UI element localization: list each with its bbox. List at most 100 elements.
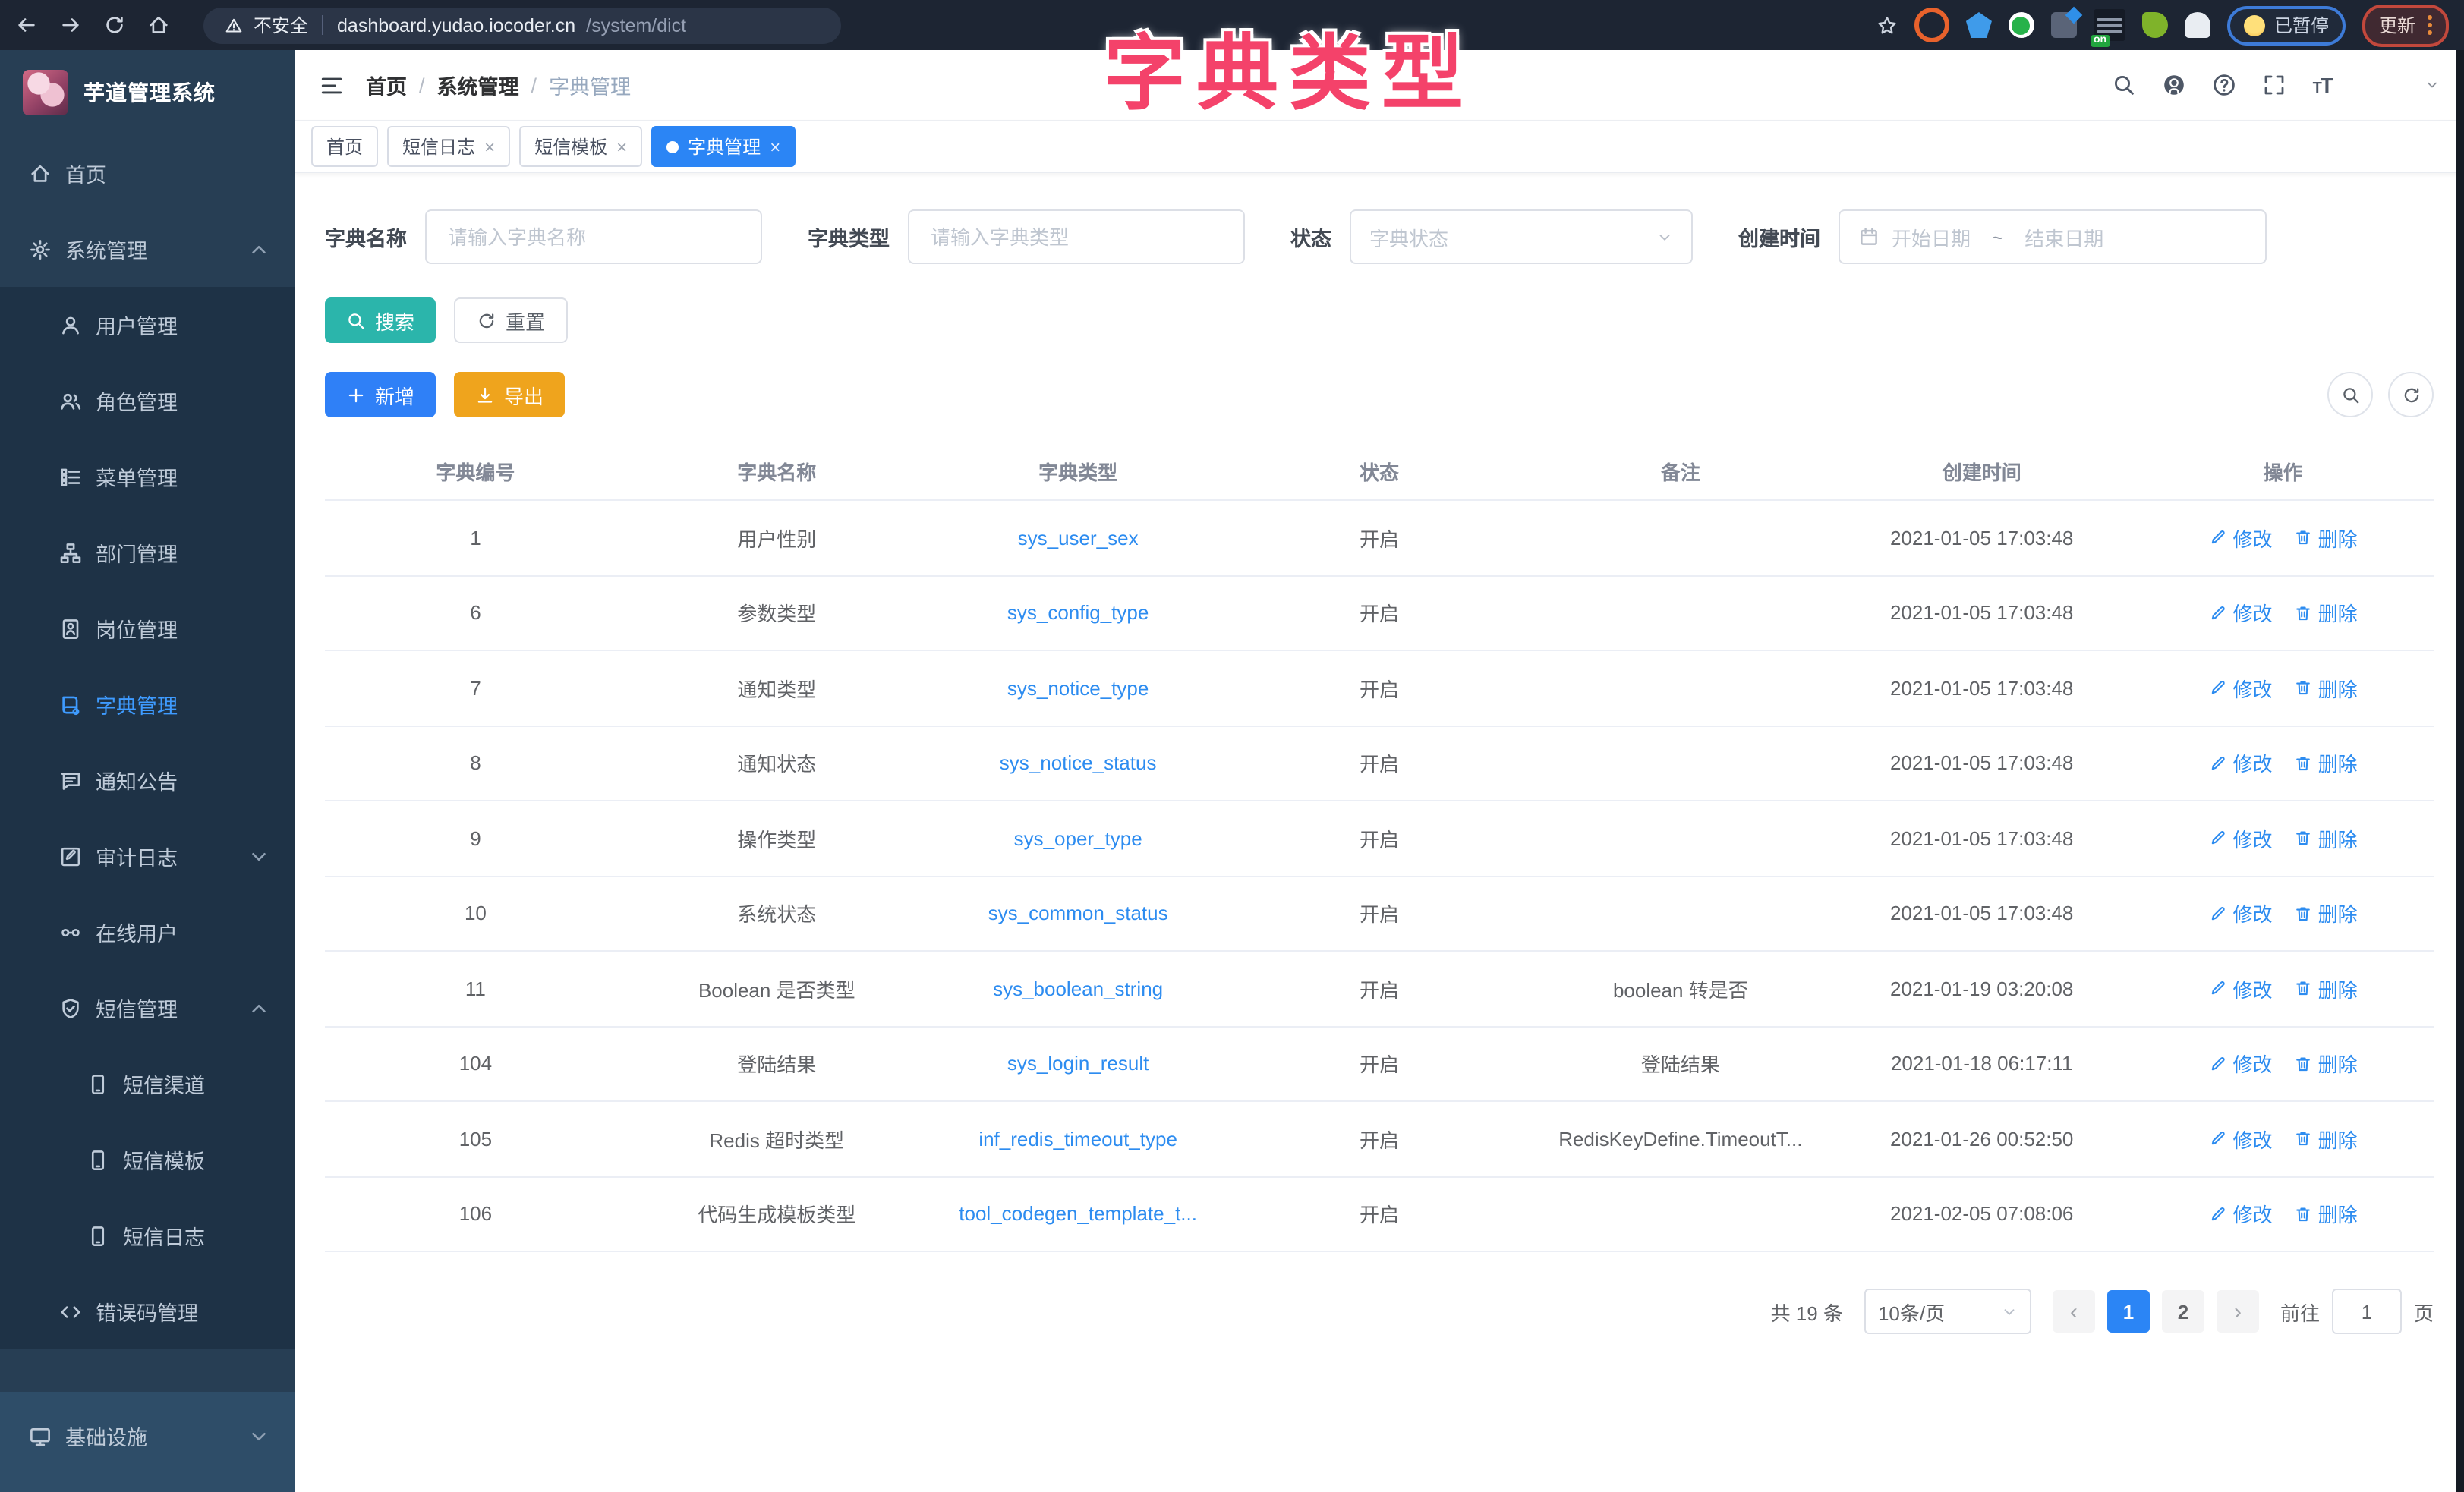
- edit-link[interactable]: 修改: [2209, 599, 2273, 628]
- sidebar-item-org-tree[interactable]: 部门管理: [0, 515, 295, 590]
- date-range-picker[interactable]: 开始日期 ~ 结束日期: [1839, 209, 2267, 264]
- edit-link[interactable]: 修改: [2209, 1050, 2273, 1078]
- delete-link[interactable]: 删除: [2294, 974, 2358, 1003]
- reset-button[interactable]: 重置: [454, 297, 568, 343]
- edit-link[interactable]: 修改: [2209, 824, 2273, 853]
- edit-link[interactable]: 修改: [2209, 524, 2273, 552]
- dict-type-link[interactable]: sys_login_result: [928, 1053, 1229, 1075]
- prev-page-button[interactable]: ‹: [2053, 1290, 2095, 1333]
- page-button-1[interactable]: 1: [2107, 1290, 2150, 1333]
- bookmark-star-icon[interactable]: [1876, 14, 1898, 36]
- sidebar-item-monitor[interactable]: 基础设施: [0, 1398, 295, 1474]
- header-search-icon[interactable]: [2113, 73, 2137, 97]
- font-size-icon[interactable]: TT: [2313, 73, 2332, 97]
- dict-type-link[interactable]: sys_notice_status: [928, 752, 1229, 775]
- dict-type-link[interactable]: sys_boolean_string: [928, 977, 1229, 1000]
- status-select[interactable]: 字典状态: [1350, 209, 1693, 264]
- github-icon[interactable]: [2163, 73, 2187, 97]
- page-button-2[interactable]: 2: [2162, 1290, 2204, 1333]
- delete-link[interactable]: 删除: [2294, 524, 2358, 552]
- sidebar-item-shield-check[interactable]: 短信管理: [0, 970, 295, 1046]
- next-page-button[interactable]: ›: [2217, 1290, 2259, 1333]
- sidebar-item-id-badge[interactable]: 岗位管理: [0, 590, 295, 666]
- delete-link[interactable]: 删除: [2294, 749, 2358, 778]
- add-button[interactable]: 新增: [325, 372, 436, 417]
- user-avatar[interactable]: [2358, 65, 2399, 105]
- close-tab-icon[interactable]: ×: [770, 136, 780, 157]
- edit-link[interactable]: 修改: [2209, 1200, 2273, 1229]
- sidebar-item-online-user[interactable]: 在线用户: [0, 894, 295, 970]
- sidebar-item-phone[interactable]: 短信日志: [0, 1198, 295, 1273]
- trash-icon: [2294, 905, 2312, 923]
- delete-link[interactable]: 删除: [2294, 1125, 2358, 1154]
- sidebar-item-menu-list[interactable]: 菜单管理: [0, 439, 295, 515]
- close-tab-icon[interactable]: ×: [616, 136, 627, 157]
- dict-type-link[interactable]: sys_common_status: [928, 902, 1229, 925]
- extension-paused-pill[interactable]: 已暂停: [2227, 5, 2346, 45]
- tags-view-tab[interactable]: 短信模板 ×: [519, 126, 642, 167]
- edit-link[interactable]: 修改: [2209, 974, 2273, 1003]
- sidebar-item-phone[interactable]: 短信模板: [0, 1122, 295, 1198]
- delete-link[interactable]: 删除: [2294, 1200, 2358, 1229]
- collapse-sidebar-icon[interactable]: [319, 72, 345, 98]
- search-button[interactable]: 搜索: [325, 297, 436, 343]
- delete-link[interactable]: 删除: [2294, 899, 2358, 928]
- dict-type-link[interactable]: sys_config_type: [928, 602, 1229, 625]
- extension-diamond-icon[interactable]: [2051, 12, 2077, 38]
- refresh-table-button[interactable]: [2388, 372, 2434, 417]
- sidebar-item-home[interactable]: 首页: [0, 135, 295, 211]
- extension-orange-icon[interactable]: [1914, 8, 1949, 42]
- browser-forward-icon[interactable]: [59, 14, 82, 36]
- sidebar-item-announcement[interactable]: 通知公告: [0, 742, 295, 818]
- dict-name-input[interactable]: [445, 224, 742, 250]
- edit-link[interactable]: 修改: [2209, 1125, 2273, 1154]
- sidebar-item-phone[interactable]: 短信渠道: [0, 1046, 295, 1122]
- breadcrumb-system[interactable]: 系统管理: [437, 70, 519, 100]
- tags-view-tab[interactable]: 首页: [311, 126, 378, 167]
- browser-reload-icon[interactable]: [103, 14, 126, 36]
- address-bar[interactable]: 不安全 dashboard.yudao.iocoder.cn/system/di…: [203, 7, 841, 43]
- close-tab-icon[interactable]: ×: [484, 136, 495, 157]
- chevron-icon: [247, 996, 270, 1019]
- window-scrollbar[interactable]: [2456, 50, 2464, 1492]
- fullscreen-icon[interactable]: [2263, 73, 2287, 97]
- extension-green-circle-icon[interactable]: [2009, 12, 2034, 38]
- show-search-toggle-button[interactable]: [2327, 372, 2373, 417]
- extension-blue-icon[interactable]: [1966, 12, 1992, 38]
- tags-view-tab[interactable]: 短信日志 ×: [387, 126, 510, 167]
- avatar-caret-icon[interactable]: [2425, 77, 2440, 93]
- browser-back-icon[interactable]: [15, 14, 38, 36]
- dict-type-link[interactable]: inf_redis_timeout_type: [928, 1128, 1229, 1150]
- browser-menu-icon[interactable]: [2428, 15, 2432, 35]
- extension-leaf-icon[interactable]: [2142, 12, 2168, 38]
- export-button[interactable]: 导出: [454, 372, 565, 417]
- page-size-select[interactable]: 10条/页: [1864, 1289, 2031, 1334]
- dict-type-link[interactable]: sys_user_sex: [928, 527, 1229, 549]
- delete-link[interactable]: 删除: [2294, 1050, 2358, 1078]
- sidebar-item-code[interactable]: 错误码管理: [0, 1273, 295, 1349]
- dict-type-link[interactable]: sys_notice_type: [928, 677, 1229, 700]
- delete-link[interactable]: 删除: [2294, 674, 2358, 703]
- browser-update-button[interactable]: 更新: [2362, 4, 2449, 46]
- edit-link[interactable]: 修改: [2209, 899, 2273, 928]
- breadcrumb-home[interactable]: 首页: [366, 70, 407, 100]
- browser-home-icon[interactable]: [147, 14, 170, 36]
- delete-link[interactable]: 删除: [2294, 599, 2358, 628]
- edit-link[interactable]: 修改: [2209, 749, 2273, 778]
- dict-type-input[interactable]: [928, 224, 1225, 250]
- sidebar-item-gear[interactable]: 系统管理: [0, 211, 295, 287]
- extension-ghost-icon[interactable]: [2185, 12, 2210, 38]
- goto-page-input[interactable]: [2332, 1289, 2402, 1334]
- dict-type-link[interactable]: tool_codegen_template_t...: [928, 1203, 1229, 1226]
- sidebar-item-users[interactable]: 角色管理: [0, 363, 295, 439]
- extension-bars-icon[interactable]: on: [2094, 9, 2125, 41]
- tags-view-tab[interactable]: 字典管理 ×: [651, 126, 796, 167]
- sidebar-item-audit-log[interactable]: 审计日志: [0, 818, 295, 894]
- sidebar-item-user[interactable]: 用户管理: [0, 287, 295, 363]
- help-icon[interactable]: [2213, 73, 2237, 97]
- table-row: 7 通知类型 sys_notice_type 开启 2021-01-05 17:…: [325, 651, 2434, 726]
- sidebar-item-dictionary[interactable]: 字典管理: [0, 666, 295, 742]
- delete-link[interactable]: 删除: [2294, 824, 2358, 853]
- edit-link[interactable]: 修改: [2209, 674, 2273, 703]
- dict-type-link[interactable]: sys_oper_type: [928, 827, 1229, 850]
